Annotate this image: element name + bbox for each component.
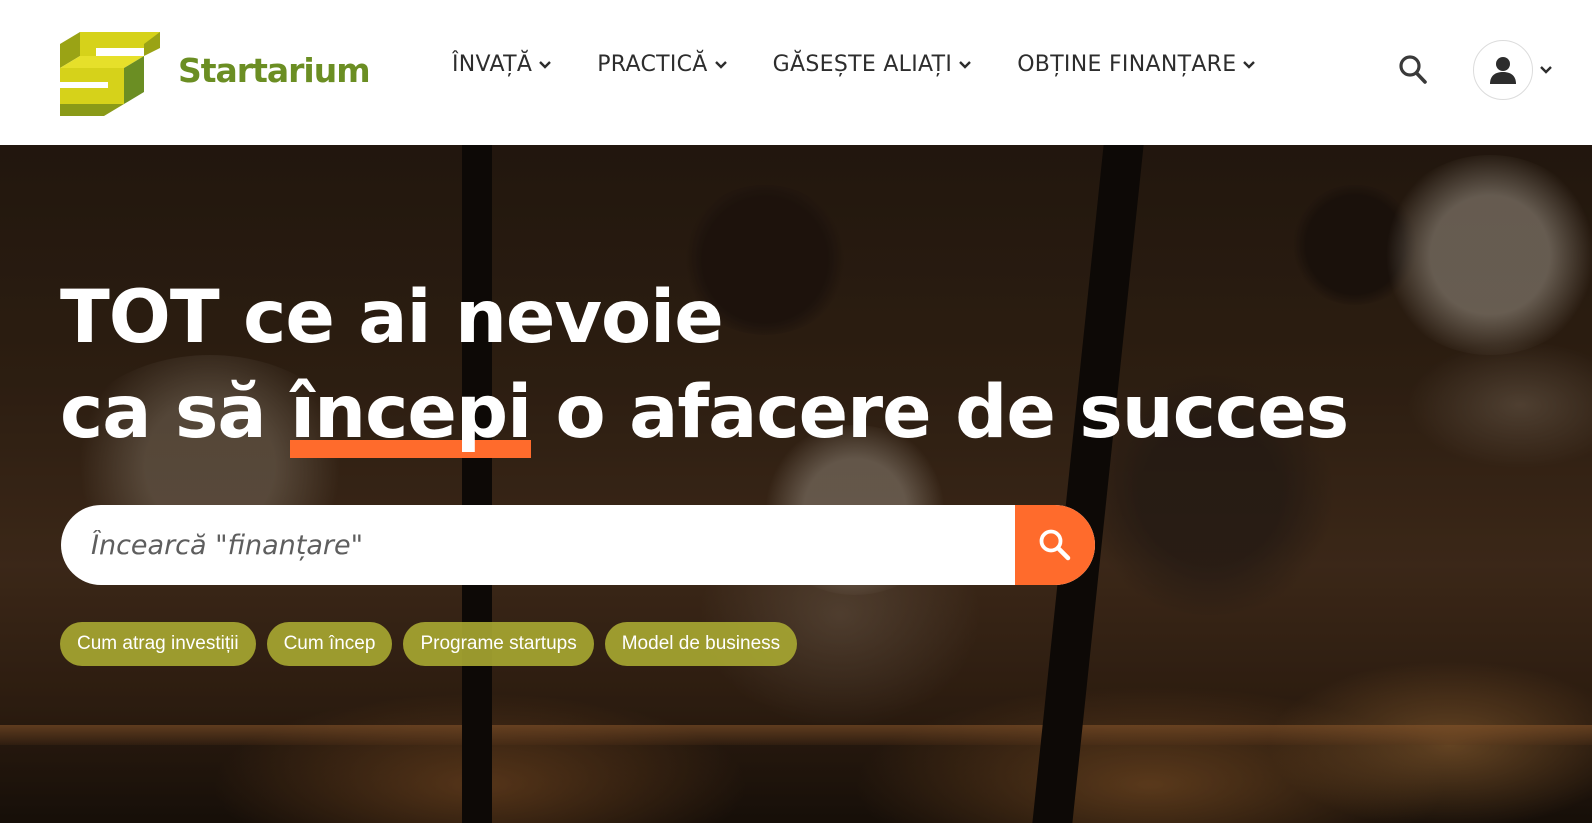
nav-item-label: PRACTICĂ	[597, 52, 708, 77]
tag-chip[interactable]: Cum încep	[266, 622, 393, 666]
logo[interactable]: Startarium	[60, 22, 371, 118]
headline-highlight-text: începi	[290, 370, 532, 455]
tag-chip[interactable]: Programe startups	[403, 622, 594, 666]
tag-chip[interactable]: Model de business	[604, 622, 798, 666]
brand-name: Startarium	[178, 50, 371, 90]
nav-item-label: GĂSEȘTE ALIAȚI	[772, 52, 953, 77]
search-submit-button[interactable]	[1015, 505, 1095, 585]
headline-prefix: ca să	[60, 370, 291, 455]
chevron-down-icon	[1540, 66, 1552, 74]
headline-suffix: o afacere de succes	[531, 370, 1350, 455]
tag-chip[interactable]: Cum atrag investiții	[60, 622, 256, 666]
chevron-down-icon	[959, 60, 972, 69]
nav-item-obtine-finantare[interactable]: OBȚINE FINANȚARE	[1017, 52, 1256, 77]
nav-item-label: ÎNVAȚĂ	[452, 52, 533, 77]
nav-item-invata[interactable]: ÎNVAȚĂ	[452, 52, 552, 77]
header-search-button[interactable]	[1398, 54, 1428, 86]
hero-overlay	[0, 145, 1592, 823]
user-menu[interactable]	[1473, 40, 1553, 100]
site-header: Startarium ÎNVAȚĂ PRACTICĂ GĂSEȘTE ALIAȚ…	[0, 0, 1592, 145]
search-icon	[1399, 55, 1427, 84]
hero-search-bar	[61, 505, 1095, 585]
nav-item-label: OBȚINE FINANȚARE	[1017, 52, 1237, 77]
main-nav: ÎNVAȚĂ PRACTICĂ GĂSEȘTE ALIAȚI OBȚINE FI…	[452, 52, 1256, 77]
suggested-searches: Cum atrag investiții Cum încep Programe …	[60, 622, 798, 666]
avatar[interactable]	[1473, 40, 1533, 100]
nav-item-practica[interactable]: PRACTICĂ	[597, 52, 727, 77]
headline-line-2: ca să începi o afacere de succes	[60, 365, 1350, 460]
nav-item-gaseste-aliati[interactable]: GĂSEȘTE ALIAȚI	[773, 52, 973, 77]
search-input[interactable]	[61, 505, 1015, 585]
search-icon	[1039, 529, 1071, 561]
hero-section: TOT ce ai nevoie ca să începi o afacere …	[0, 145, 1592, 823]
user-icon	[1490, 57, 1516, 84]
hero-headline: TOT ce ai nevoie ca să începi o afacere …	[60, 270, 1350, 460]
chevron-down-icon	[539, 60, 552, 69]
chevron-down-icon	[1243, 60, 1256, 69]
headline-line-1: TOT ce ai nevoie	[60, 275, 724, 360]
startarium-logo-icon	[60, 32, 160, 116]
headline-highlight: începi	[290, 365, 532, 460]
chevron-down-icon	[714, 60, 727, 69]
